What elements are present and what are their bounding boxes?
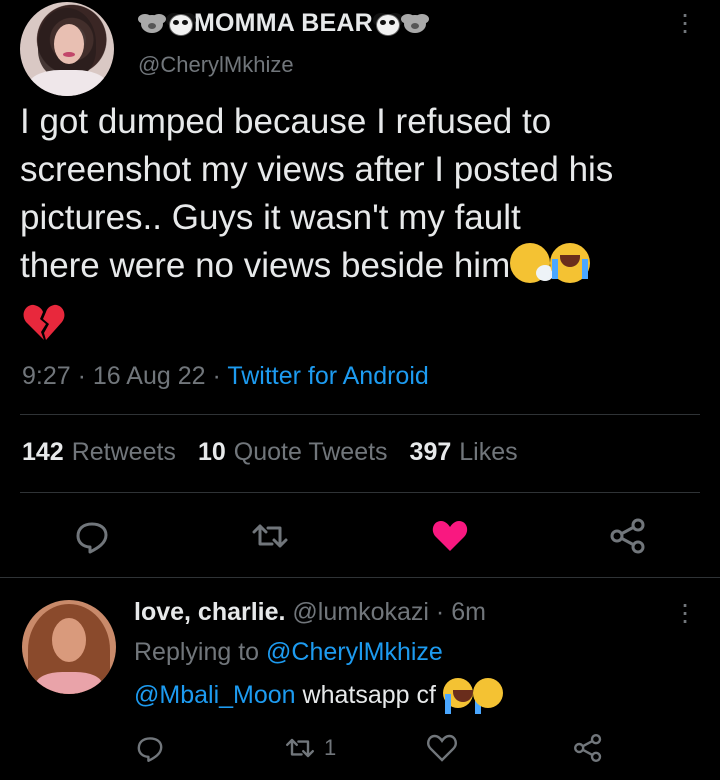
share-icon[interactable]: [608, 516, 648, 556]
retweet-icon[interactable]: [250, 516, 290, 556]
more-options-icon[interactable]: · · ·: [676, 0, 694, 44]
like-icon[interactable]: [426, 732, 458, 764]
retweets-count: 142: [22, 438, 64, 466]
meta-separator: ·: [77, 362, 86, 390]
replying-to: Replying to @CherylMkhize: [134, 638, 443, 667]
tweet-source-link[interactable]: Twitter for Android: [227, 362, 428, 390]
quote-tweets-count: 10: [197, 438, 226, 466]
tweet-time: 9:27: [22, 362, 71, 390]
tweet-text: I got dumped because I refused to screen…: [20, 98, 710, 290]
reply-retweet-button[interactable]: 1: [284, 732, 336, 764]
reply-icon[interactable]: [72, 516, 112, 556]
quote-tweets-stat[interactable]: 10 Quote Tweets: [198, 438, 388, 467]
bear-icon: [139, 11, 165, 35]
tweet-actions: [0, 510, 720, 562]
replying-prefix: Replying to: [134, 638, 260, 666]
quote-tweets-label: Quote Tweets: [233, 438, 388, 466]
more-options-icon[interactable]: · · ·: [676, 590, 694, 634]
bear-icon: [402, 11, 428, 35]
retweet-icon: [286, 738, 314, 758]
share-icon[interactable]: [572, 732, 604, 764]
author-avatar[interactable]: [20, 2, 114, 96]
engagement-stats: 142 Retweets 10 Quote Tweets 397 Likes: [22, 438, 518, 467]
replying-to-link[interactable]: @CherylMkhize: [266, 638, 443, 666]
reply-tweet[interactable]: love, charlie. @lumkokazi · 6m · · · Reply…: [0, 580, 720, 780]
divider: [20, 492, 700, 493]
retweets-stat[interactable]: 142 Retweets: [22, 438, 176, 467]
tweet-text-segment: there were no views beside him: [20, 246, 511, 285]
reply-icon[interactable]: [134, 732, 166, 764]
panda-icon: [374, 11, 400, 36]
like-icon[interactable]: [430, 516, 470, 556]
tweet-text-line: pictures.. Guys it wasn't my fault: [20, 198, 521, 237]
likes-label: Likes: [459, 438, 518, 466]
reply-author-avatar[interactable]: [22, 600, 116, 694]
reply-age: 6m: [451, 598, 486, 626]
reply-actions: 1: [0, 728, 720, 768]
tweet-separator: [0, 577, 720, 578]
author-handle[interactable]: @CherylMkhize: [138, 52, 294, 78]
face-with-tears-of-joy-emoji: [472, 678, 503, 708]
main-tweet: MOMMA BEAR @CherylMkhize · · · I got dumpe…: [0, 0, 720, 580]
divider: [20, 414, 700, 415]
tweet-text-line: I got dumped because I refused to: [20, 102, 552, 141]
reply-retweet-count: 1: [324, 735, 337, 760]
tweet-text-line: screenshot my views after I posted his: [20, 150, 614, 189]
loudly-crying-face-emoji: [550, 243, 591, 283]
reply-header: love, charlie. @lumkokazi · 6m: [134, 598, 486, 627]
meta-separator: ·: [435, 598, 445, 626]
likes-count: 397: [409, 438, 452, 466]
tweet-meta: 9:27 · 16 Aug 22 · Twitter for Android: [22, 362, 429, 391]
meta-separator: ·: [212, 362, 221, 390]
sneezing-face-emoji: [510, 243, 555, 283]
reply-display-name[interactable]: love, charlie.: [134, 598, 285, 626]
tweet-date: 16 Aug 22: [92, 362, 206, 390]
tweet-text-line: there were no views beside him: [20, 242, 710, 290]
author-name-row[interactable]: MOMMA BEAR: [138, 8, 429, 38]
author-display-name[interactable]: MOMMA BEAR: [194, 9, 373, 38]
reply-text: @Mbali_Moon whatsapp cf: [134, 678, 503, 714]
reply-handle[interactable]: @lumkokazi: [292, 598, 429, 626]
reply-body: whatsapp cf: [302, 681, 436, 709]
panda-icon: [167, 11, 193, 36]
broken-heart-emoji: [23, 304, 65, 340]
likes-stat[interactable]: 397 Likes: [410, 438, 518, 467]
mention-link[interactable]: @Mbali_Moon: [134, 681, 296, 709]
loudly-crying-face-emoji: [442, 678, 481, 714]
retweets-label: Retweets: [71, 438, 176, 466]
